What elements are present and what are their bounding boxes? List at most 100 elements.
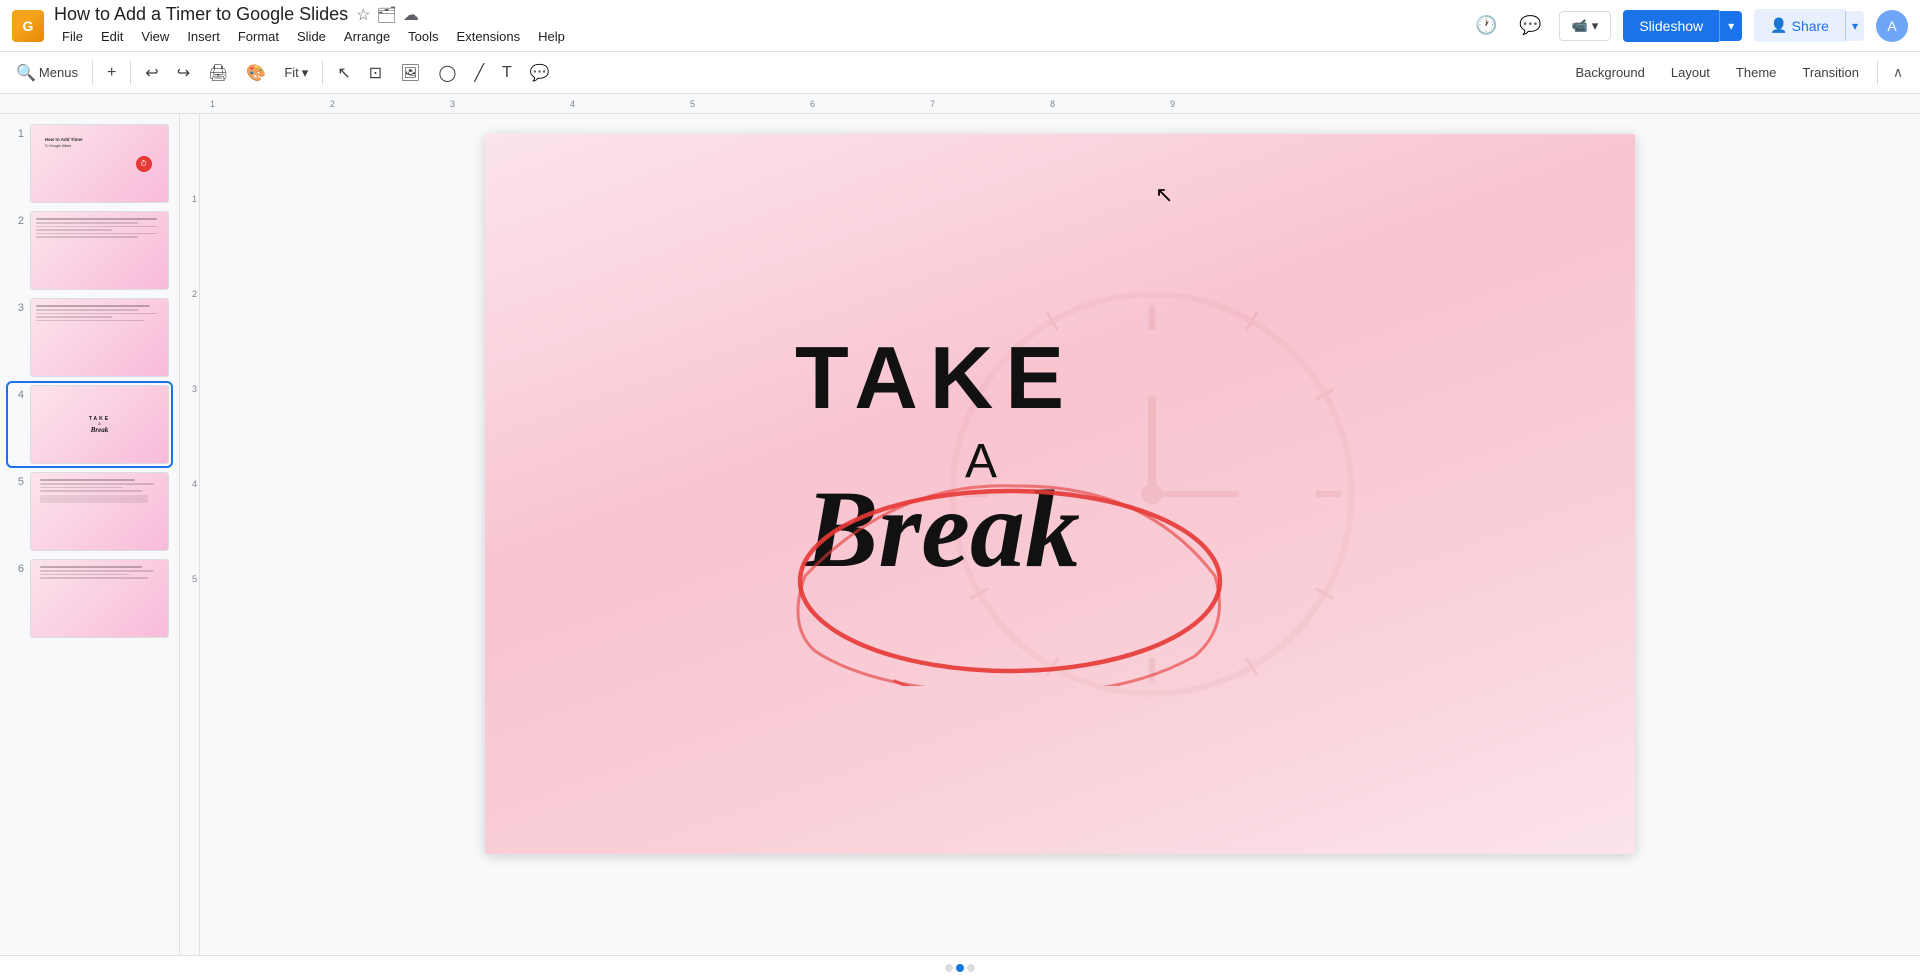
share-icon: 👤 [1770,17,1787,34]
star-icon[interactable]: ☆ [356,5,370,25]
share-dropdown-button[interactable]: ▾ [1845,11,1864,41]
slide-item-1[interactable]: 1 How to Add TimerTo Google Slides ⏱ [8,122,171,205]
title-icons: ☆ 🗂 ☁ [356,5,419,25]
share-label: Share [1792,18,1829,34]
redo-button[interactable]: ↪ [169,58,198,88]
search-menus-button[interactable]: 🔍 Menus [8,58,86,88]
transition-button[interactable]: Transition [1790,60,1871,85]
ruler-mark-4: 4 [570,99,575,109]
slide-dot-2[interactable] [956,964,964,972]
comment-tool[interactable]: 💬 [522,58,558,88]
title-right: 🕐 💬 📹 ▾ Slideshow ▾ 👤 Share ▾ A [1471,9,1908,42]
ruler-mark-8: 8 [1050,99,1055,109]
slide-number-4: 4 [10,389,24,401]
theme-button[interactable]: Theme [1724,60,1788,85]
cloud-icon[interactable]: ☁ [403,5,419,25]
history-icon[interactable]: 🕐 [1471,10,1503,42]
comments-icon[interactable]: 💬 [1515,10,1547,42]
paint-format-button[interactable]: 🎨 [238,58,274,88]
line-tool[interactable]: ╱ [466,58,492,88]
slideshow-button[interactable]: Slideshow [1623,10,1719,42]
menu-insert[interactable]: Insert [179,26,228,47]
cursor: ↖ [1155,182,1173,208]
slide-canvas[interactable]: TAKE A Break ↖ [485,134,1635,854]
share-button[interactable]: 👤 Share [1754,9,1845,42]
document-title[interactable]: How to Add a Timer to Google Slides [54,4,348,25]
slide-thumb-3 [30,298,169,377]
title-bar: G How to Add a Timer to Google Slides ☆ … [0,0,1920,52]
slide-thumb-4: TAKE A Break [30,385,169,464]
break-text: Break [805,474,1080,584]
slide-item-2[interactable]: 2 [8,209,171,292]
zoom-in-button[interactable]: + [99,58,124,88]
shape-tool[interactable]: ◯ [430,58,464,88]
menu-tools[interactable]: Tools [400,26,446,47]
menu-arrange[interactable]: Arrange [336,26,398,47]
slide-dot-3[interactable] [967,964,975,972]
slide-thumb-6 [30,559,169,638]
background-button[interactable]: Background [1563,60,1656,85]
slide-dot-1[interactable] [945,964,953,972]
layout-button[interactable]: Layout [1659,60,1722,85]
folder-icon[interactable]: 🗂 [377,5,397,25]
image-tool[interactable]: 🖼 [392,58,428,88]
slide6-content [31,560,168,585]
doc-title-row: How to Add a Timer to Google Slides ☆ 🗂 … [54,4,1461,25]
slide-number-1: 1 [10,128,24,140]
slide2-content [31,212,168,244]
toolbar-separator-2 [130,61,131,85]
print-button[interactable]: 🖨 [200,58,236,88]
slide-item-3[interactable]: 3 [8,296,171,379]
ruler-mark-1: 1 [210,99,215,109]
menu-view[interactable]: View [133,26,177,47]
select-region-tool[interactable]: ⊡ [361,58,390,88]
ruler-mark-6: 6 [810,99,815,109]
bottom-bar [0,955,1920,979]
menu-slide[interactable]: Slide [289,26,334,47]
slide-item-6[interactable]: 6 [8,557,171,640]
zoom-dropdown-icon: ▾ [302,65,309,81]
slide-thumb-2 [30,211,169,290]
ruler-mark-9: 9 [1170,99,1175,109]
slide-number-6: 6 [10,563,24,575]
vruler-5: 5 [192,574,197,584]
video-call-button[interactable]: 📹 ▾ [1559,11,1612,41]
slide4-break-text: Break [91,426,109,434]
text-tool[interactable]: T [494,58,520,88]
vertical-ruler: 1 2 3 4 5 [180,114,200,979]
zoom-button[interactable]: Fit ▾ [276,58,316,88]
slide-number-5: 5 [10,476,24,488]
menu-format[interactable]: Format [230,26,287,47]
slideshow-dropdown-button[interactable]: ▾ [1719,11,1742,41]
menu-edit[interactable]: Edit [93,26,131,47]
video-btn-label: ▾ [1592,18,1599,34]
zoom-label: Fit [284,65,298,80]
slide-dots [945,964,975,972]
canvas-area: TAKE A Break ↖ [200,114,1920,979]
vruler-2: 2 [192,289,197,299]
avatar[interactable]: A [1876,10,1908,42]
slide-item-5[interactable]: 5 [8,470,171,553]
menu-help[interactable]: Help [530,26,573,47]
toolbar-separator-3 [322,61,323,85]
slide-item-4[interactable]: 4 TAKE A Break [8,383,171,466]
slide1-title-thumb: How to Add TimerTo Google Slides [45,137,83,150]
menubar: File Edit View Insert Format Slide Arran… [54,26,1461,47]
slide-thumb-1: How to Add TimerTo Google Slides ⏱ [30,124,169,203]
menu-extensions[interactable]: Extensions [449,26,529,47]
app-logo: G [12,10,44,42]
collapse-toolbar-button[interactable]: ∧ [1884,59,1912,87]
take-text: TAKE [795,334,1076,422]
toolbar-separator-4 [1877,61,1878,85]
ruler-mark-3: 3 [450,99,455,109]
menu-file[interactable]: File [54,26,91,47]
slide-number-3: 3 [10,302,24,314]
slide-thumb-5 [30,472,169,551]
doc-title-area: How to Add a Timer to Google Slides ☆ 🗂 … [54,4,1461,47]
slides-panel: 1 How to Add TimerTo Google Slides ⏱ 2 [0,114,180,979]
select-tool[interactable]: ↖ [329,58,358,88]
search-icon: 🔍 [16,63,36,83]
slide3-content [31,299,168,327]
toolbar-right: Background Layout Theme Transition ∧ [1563,59,1912,87]
undo-button[interactable]: ↩ [137,58,166,88]
